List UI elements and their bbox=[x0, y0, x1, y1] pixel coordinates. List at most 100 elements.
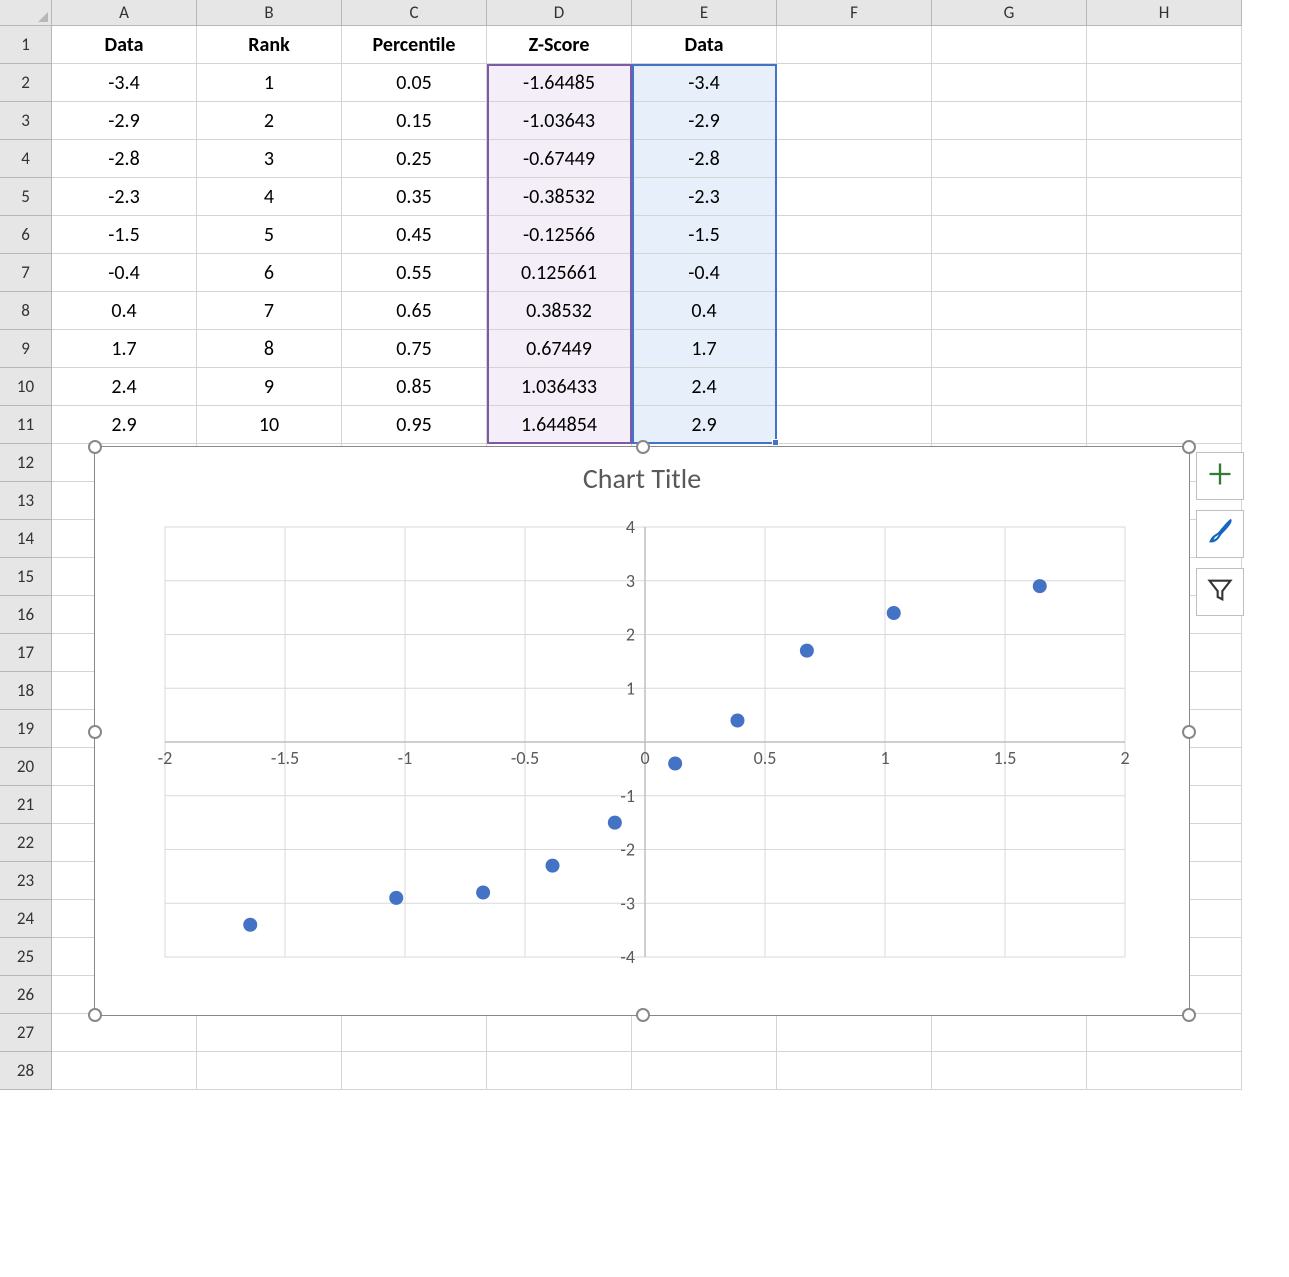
row-head-28[interactable]: 28 bbox=[0, 1052, 52, 1090]
row-head-21[interactable]: 21 bbox=[0, 786, 52, 824]
cell-C7[interactable]: 0.55 bbox=[342, 254, 487, 292]
cell-G10[interactable] bbox=[932, 368, 1087, 406]
cell-A4[interactable]: -2.8 bbox=[52, 140, 197, 178]
chart-resize-sw[interactable] bbox=[88, 1008, 102, 1022]
cell-B1[interactable]: Rank bbox=[197, 26, 342, 64]
cell-F10[interactable] bbox=[777, 368, 932, 406]
cell-E8[interactable]: 0.4 bbox=[632, 292, 777, 330]
cell-G7[interactable] bbox=[932, 254, 1087, 292]
cell-C1[interactable]: Percentile bbox=[342, 26, 487, 64]
cell-A5[interactable]: -2.3 bbox=[52, 178, 197, 216]
cell-E6[interactable]: -1.5 bbox=[632, 216, 777, 254]
row-head-14[interactable]: 14 bbox=[0, 520, 52, 558]
row-head-2[interactable]: 2 bbox=[0, 64, 52, 102]
cell-E10[interactable]: 2.4 bbox=[632, 368, 777, 406]
cell-G28[interactable] bbox=[932, 1052, 1087, 1090]
cell-C8[interactable]: 0.65 bbox=[342, 292, 487, 330]
cell-B10[interactable]: 9 bbox=[197, 368, 342, 406]
cell-H6[interactable] bbox=[1087, 216, 1242, 254]
cell-B9[interactable]: 8 bbox=[197, 330, 342, 368]
cell-C2[interactable]: 0.05 bbox=[342, 64, 487, 102]
cell-B6[interactable]: 5 bbox=[197, 216, 342, 254]
selection-handle[interactable] bbox=[772, 439, 779, 446]
chart-resize-w[interactable] bbox=[88, 725, 102, 739]
cell-E9[interactable]: 1.7 bbox=[632, 330, 777, 368]
cell-G8[interactable] bbox=[932, 292, 1087, 330]
cell-H2[interactable] bbox=[1087, 64, 1242, 102]
cell-B11[interactable]: 10 bbox=[197, 406, 342, 444]
col-head-A[interactable]: A bbox=[52, 0, 197, 26]
cell-H9[interactable] bbox=[1087, 330, 1242, 368]
cell-D28[interactable] bbox=[487, 1052, 632, 1090]
cell-B3[interactable]: 2 bbox=[197, 102, 342, 140]
chart-resize-nw[interactable] bbox=[88, 440, 102, 454]
chart-resize-ne[interactable] bbox=[1182, 440, 1196, 454]
col-head-G[interactable]: G bbox=[932, 0, 1087, 26]
cell-A9[interactable]: 1.7 bbox=[52, 330, 197, 368]
cell-A8[interactable]: 0.4 bbox=[52, 292, 197, 330]
row-head-13[interactable]: 13 bbox=[0, 482, 52, 520]
cell-B7[interactable]: 6 bbox=[197, 254, 342, 292]
cell-H27[interactable] bbox=[1087, 1014, 1242, 1052]
cell-G2[interactable] bbox=[932, 64, 1087, 102]
cell-E11[interactable]: 2.9 bbox=[632, 406, 777, 444]
row-head-27[interactable]: 27 bbox=[0, 1014, 52, 1052]
cell-H11[interactable] bbox=[1087, 406, 1242, 444]
cell-E5[interactable]: -2.3 bbox=[632, 178, 777, 216]
chart-title[interactable]: Chart Title bbox=[95, 447, 1189, 496]
row-head-10[interactable]: 10 bbox=[0, 368, 52, 406]
select-all-corner[interactable] bbox=[0, 0, 52, 26]
cell-D2[interactable]: -1.64485 bbox=[487, 64, 632, 102]
row-head-8[interactable]: 8 bbox=[0, 292, 52, 330]
cell-B8[interactable]: 7 bbox=[197, 292, 342, 330]
cell-H10[interactable] bbox=[1087, 368, 1242, 406]
cell-H3[interactable] bbox=[1087, 102, 1242, 140]
row-head-22[interactable]: 22 bbox=[0, 824, 52, 862]
cell-G11[interactable] bbox=[932, 406, 1087, 444]
chart-elements-button[interactable] bbox=[1196, 452, 1244, 500]
cell-F6[interactable] bbox=[777, 216, 932, 254]
col-head-H[interactable]: H bbox=[1087, 0, 1242, 26]
row-head-26[interactable]: 26 bbox=[0, 976, 52, 1014]
row-head-25[interactable]: 25 bbox=[0, 938, 52, 976]
cell-G4[interactable] bbox=[932, 140, 1087, 178]
cell-F2[interactable] bbox=[777, 64, 932, 102]
cell-D5[interactable]: -0.38532 bbox=[487, 178, 632, 216]
col-head-E[interactable]: E bbox=[632, 0, 777, 26]
cell-D7[interactable]: 0.125661 bbox=[487, 254, 632, 292]
cell-H8[interactable] bbox=[1087, 292, 1242, 330]
cell-E2[interactable]: -3.4 bbox=[632, 64, 777, 102]
cell-F4[interactable] bbox=[777, 140, 932, 178]
cell-C4[interactable]: 0.25 bbox=[342, 140, 487, 178]
cell-D10[interactable]: 1.036433 bbox=[487, 368, 632, 406]
cell-F3[interactable] bbox=[777, 102, 932, 140]
col-head-D[interactable]: D bbox=[487, 0, 632, 26]
cell-G5[interactable] bbox=[932, 178, 1087, 216]
cell-C27[interactable] bbox=[342, 1014, 487, 1052]
cell-A1[interactable]: Data bbox=[52, 26, 197, 64]
row-head-17[interactable]: 17 bbox=[0, 634, 52, 672]
row-head-9[interactable]: 9 bbox=[0, 330, 52, 368]
cell-C5[interactable]: 0.35 bbox=[342, 178, 487, 216]
cell-F9[interactable] bbox=[777, 330, 932, 368]
row-head-24[interactable]: 24 bbox=[0, 900, 52, 938]
cell-E27[interactable] bbox=[632, 1014, 777, 1052]
cell-A6[interactable]: -1.5 bbox=[52, 216, 197, 254]
cell-A3[interactable]: -2.9 bbox=[52, 102, 197, 140]
col-head-F[interactable]: F bbox=[777, 0, 932, 26]
cell-A10[interactable]: 2.4 bbox=[52, 368, 197, 406]
chart-styles-button[interactable] bbox=[1196, 510, 1244, 558]
cell-C9[interactable]: 0.75 bbox=[342, 330, 487, 368]
cell-C10[interactable]: 0.85 bbox=[342, 368, 487, 406]
cell-D1[interactable]: Z-Score bbox=[487, 26, 632, 64]
cell-E3[interactable]: -2.9 bbox=[632, 102, 777, 140]
cell-C28[interactable] bbox=[342, 1052, 487, 1090]
cell-D9[interactable]: 0.67449 bbox=[487, 330, 632, 368]
chart-resize-e[interactable] bbox=[1182, 725, 1196, 739]
cell-H28[interactable] bbox=[1087, 1052, 1242, 1090]
cell-D11[interactable]: 1.644854 bbox=[487, 406, 632, 444]
row-head-5[interactable]: 5 bbox=[0, 178, 52, 216]
cell-F5[interactable] bbox=[777, 178, 932, 216]
cell-A2[interactable]: -3.4 bbox=[52, 64, 197, 102]
cell-A28[interactable] bbox=[52, 1052, 197, 1090]
